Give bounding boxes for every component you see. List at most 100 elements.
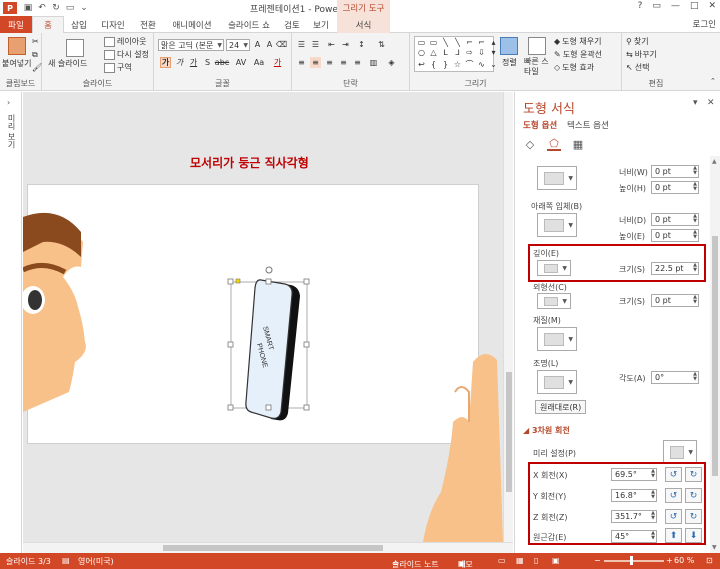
- font-name-combo[interactable]: 맑은 고딕 (본문 ▼: [158, 39, 224, 51]
- curve-shape-icon[interactable]: ᒪ: [440, 48, 451, 57]
- z-rotation-input[interactable]: 351.7° ▲ ▼: [611, 510, 657, 523]
- widen-perspective-icon[interactable]: ⬇: [685, 528, 702, 543]
- align-center-icon[interactable]: ≡: [310, 57, 321, 68]
- elbow-shape-icon[interactable]: ⌐: [464, 38, 475, 47]
- zoom-slider-knob[interactable]: [629, 556, 633, 565]
- paste-icon[interactable]: [8, 37, 26, 55]
- elbow-shape-icon[interactable]: ⌐: [476, 38, 487, 47]
- bottom-width-input[interactable]: 0 pt ▲ ▼: [651, 213, 699, 226]
- triangle-shape-icon[interactable]: △: [428, 48, 439, 57]
- shapes-gallery[interactable]: ▭ ▭ ╲ ╲ ⌐ ⌐ ▴ ○ △ ᒪ ᒧ ⇨ ⇩ ▾ ↩{} ☆ ⌒ ∿ ⌄: [414, 36, 497, 72]
- zoom-out-icon[interactable]: −: [594, 556, 601, 565]
- tab-file[interactable]: 파일: [0, 16, 32, 33]
- select-button[interactable]: ↖ 선택: [626, 62, 649, 73]
- star-shape-icon[interactable]: ☆: [452, 59, 463, 70]
- shape-outline-button[interactable]: ✎ 도형 윤곽선: [554, 49, 602, 60]
- pane-close-icon[interactable]: ✕: [707, 98, 715, 108]
- depth-size-input[interactable]: 22.5 pt ▲ ▼: [651, 262, 699, 275]
- clear-format-icon[interactable]: ⌫: [276, 39, 287, 50]
- effects-icon[interactable]: ⬠: [547, 137, 561, 151]
- slideshow-view-icon[interactable]: ▣: [552, 556, 560, 565]
- shape-effects-button[interactable]: ◇ 도형 효과: [554, 62, 594, 73]
- spinner-icon[interactable]: ▲ ▼: [693, 230, 697, 240]
- spinner-icon[interactable]: ▲ ▼: [693, 263, 697, 273]
- char-spacing-button[interactable]: AV: [234, 57, 248, 68]
- reading-view-icon[interactable]: ▯: [534, 556, 538, 565]
- powerpoint-app-icon[interactable]: P: [3, 2, 17, 14]
- curve-shape-icon[interactable]: ⌒: [464, 59, 475, 70]
- rotate-up-icon[interactable]: ↻: [685, 488, 702, 503]
- help-icon[interactable]: ?: [638, 1, 643, 11]
- slide-sorter-icon[interactable]: ▦: [516, 556, 524, 565]
- arrow-shape-icon[interactable]: ↩: [416, 59, 427, 70]
- maximize-icon[interactable]: □: [690, 1, 699, 11]
- italic-button[interactable]: 가: [174, 57, 185, 68]
- login-link[interactable]: 로그인: [693, 18, 716, 30]
- reset-3d-button[interactable]: 원래대로(R): [535, 400, 587, 414]
- adjust-handle[interactable]: [235, 278, 241, 284]
- tab-slideshow[interactable]: 슬라이드 쇼: [220, 16, 278, 33]
- tab-review[interactable]: 검토: [278, 16, 306, 33]
- increase-indent-icon[interactable]: ⇥: [340, 39, 351, 50]
- bottom-bevel-dropdown[interactable]: ▼: [537, 213, 577, 237]
- editor-vertical-scrollbar[interactable]: [503, 92, 513, 542]
- change-case-button[interactable]: Aa: [252, 57, 266, 68]
- rotation-presets-dropdown[interactable]: ▼: [663, 440, 697, 464]
- new-slide-button[interactable]: 새 슬라이드: [48, 58, 87, 69]
- oval-shape-icon[interactable]: ○: [416, 48, 427, 57]
- quick-styles-icon[interactable]: [528, 37, 546, 55]
- underline-button[interactable]: 가: [188, 57, 199, 68]
- arrange-icon[interactable]: [500, 37, 518, 55]
- quick-styles-button[interactable]: 빠른 스타일: [524, 57, 552, 77]
- pane-scrollbar[interactable]: ▲ ▼: [710, 156, 720, 553]
- strikethrough-button[interactable]: abc: [214, 57, 230, 68]
- curve-shape-icon[interactable]: ∿: [476, 59, 487, 70]
- align-right-icon[interactable]: ≡: [324, 57, 335, 68]
- spinner-icon[interactable]: ▲ ▼: [651, 469, 655, 479]
- scroll-thumb[interactable]: [163, 545, 383, 551]
- selected-shape[interactable]: SMART PHONE: [227, 266, 310, 421]
- fit-to-window-icon[interactable]: ⊡: [706, 556, 713, 565]
- x-rotation-input[interactable]: 69.5° ▲ ▼: [611, 468, 657, 481]
- depth-color-dropdown[interactable]: ▼: [537, 260, 571, 276]
- rotation-handle[interactable]: [265, 266, 273, 274]
- shrink-font-icon[interactable]: A: [264, 39, 275, 50]
- bold-button[interactable]: 가: [160, 57, 171, 68]
- spinner-icon[interactable]: ▲ ▼: [693, 182, 697, 192]
- font-color-button[interactable]: 가: [272, 57, 283, 68]
- tab-animations[interactable]: 애니메이션: [164, 16, 220, 33]
- size-properties-icon[interactable]: ▦: [571, 137, 585, 151]
- y-rotation-input[interactable]: 16.8° ▲ ▼: [611, 489, 657, 502]
- spinner-icon[interactable]: ▲ ▼: [693, 214, 697, 224]
- customize-icon[interactable]: ⌄: [77, 2, 91, 14]
- bullets-icon[interactable]: ☰: [296, 39, 307, 50]
- rotate-ccw-icon[interactable]: ↺: [665, 509, 682, 524]
- editor-horizontal-scrollbar[interactable]: [23, 542, 513, 553]
- curve-shape-icon[interactable]: ᒧ: [452, 48, 463, 57]
- zoom-in-icon[interactable]: +: [666, 556, 673, 565]
- spinner-icon[interactable]: ▲ ▼: [693, 372, 697, 382]
- tab-home[interactable]: 홈: [32, 16, 64, 33]
- close-icon[interactable]: ✕: [708, 1, 716, 11]
- normal-view-icon[interactable]: ▭: [498, 556, 506, 565]
- paste-button[interactable]: 붙여넣기: [2, 58, 31, 69]
- find-button[interactable]: ⚲ 찾기: [626, 36, 649, 47]
- grow-font-icon[interactable]: A: [252, 39, 263, 50]
- contour-color-dropdown[interactable]: ▼: [537, 293, 571, 309]
- scroll-down-icon[interactable]: ▼: [712, 544, 717, 551]
- perspective-input[interactable]: 45° ▲ ▼: [611, 530, 657, 543]
- format-painter-icon[interactable]: 🖌: [32, 63, 42, 72]
- fill-line-icon[interactable]: ◇: [523, 137, 537, 151]
- top-height-input[interactable]: 0 pt ▲ ▼: [651, 181, 699, 194]
- layout-button[interactable]: 레이아웃: [104, 36, 146, 47]
- line-spacing-icon[interactable]: ↕: [356, 39, 367, 50]
- decrease-indent-icon[interactable]: ⇤: [326, 39, 337, 50]
- redo-icon[interactable]: ↻: [49, 2, 63, 14]
- rotate-right-icon[interactable]: ↻: [685, 467, 702, 482]
- pane-options-icon[interactable]: ▾: [693, 98, 698, 108]
- scroll-thumb[interactable]: [712, 236, 718, 476]
- save-icon[interactable]: ▣: [21, 2, 35, 14]
- tab-view[interactable]: 보기: [306, 16, 336, 33]
- cut-icon[interactable]: ✂: [32, 37, 39, 46]
- spellcheck-icon[interactable]: ▤: [62, 556, 70, 565]
